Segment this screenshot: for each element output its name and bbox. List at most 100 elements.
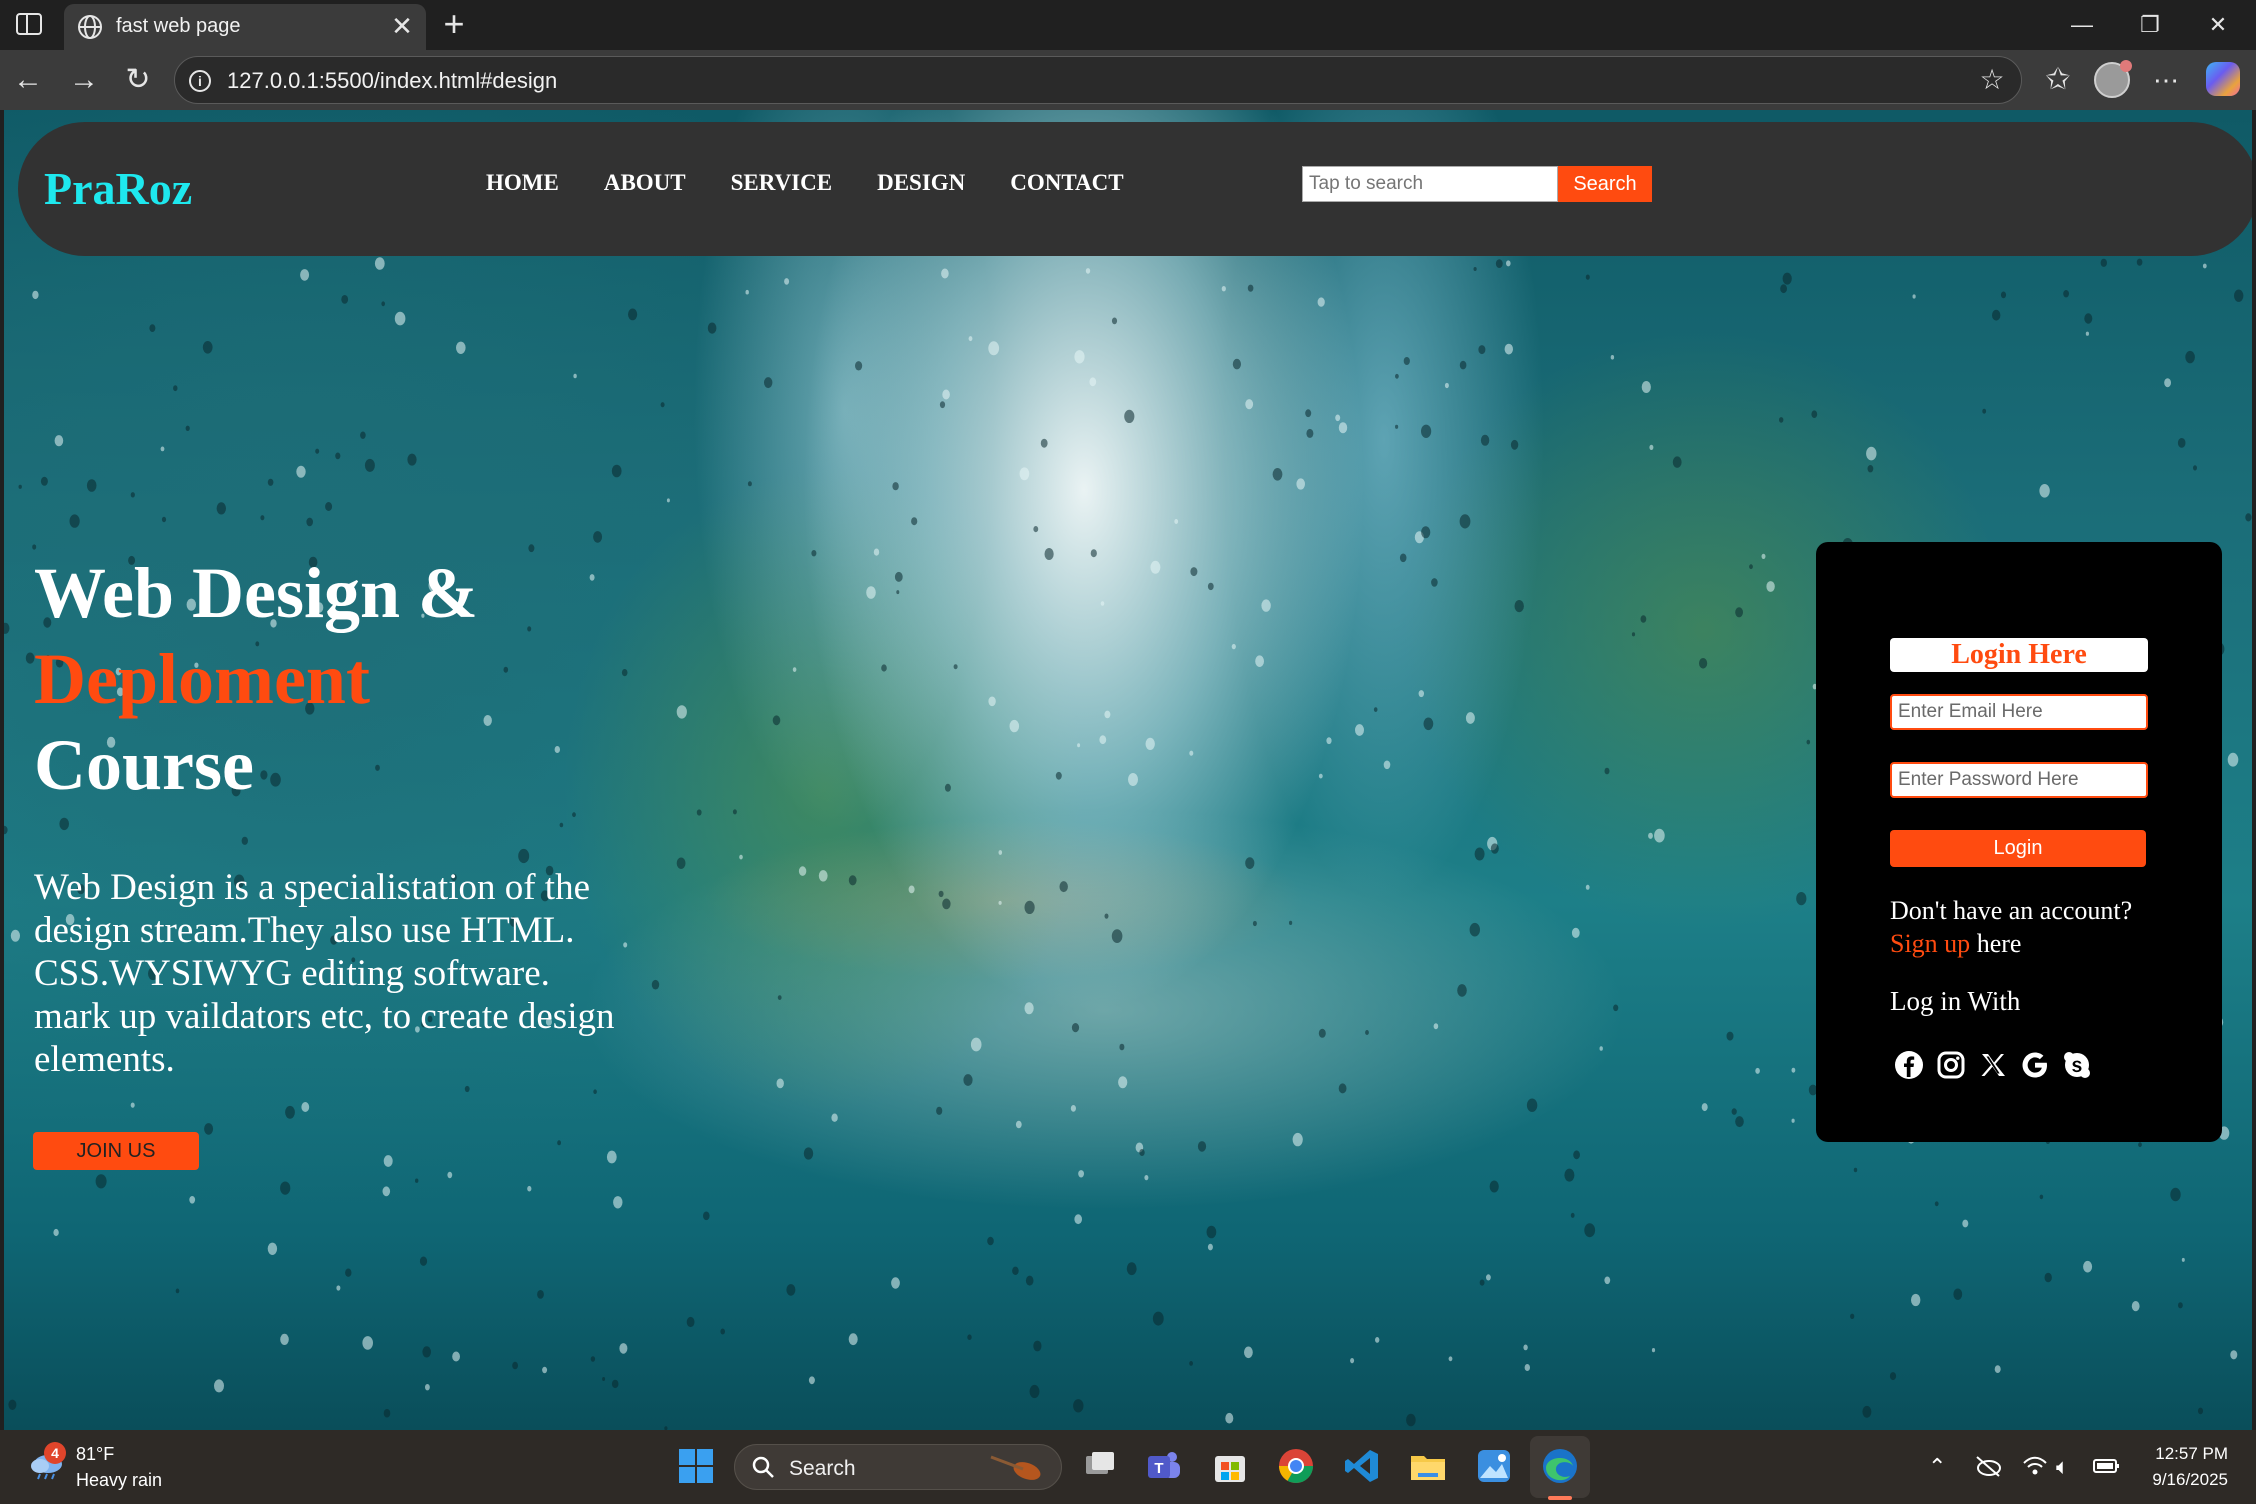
favorite-star-icon[interactable]: ☆ [1977, 65, 2007, 95]
clock-date[interactable]: 9/16/2025 [2130, 1470, 2228, 1490]
rain-drop [2100, 258, 2107, 267]
battery-icon[interactable] [2092, 1454, 2120, 1478]
rain-drop [1444, 382, 1449, 389]
nav-design[interactable]: DESIGN [877, 170, 965, 196]
rain-drop [554, 746, 560, 753]
nav-contact[interactable]: CONTACT [1010, 170, 1123, 196]
wifi-icon[interactable] [2022, 1454, 2048, 1478]
rain-drop [1338, 422, 1348, 434]
rain-drop [1486, 1274, 1491, 1281]
rain-drop [335, 452, 341, 460]
minimize-icon[interactable]: — [2048, 0, 2116, 50]
site-search-input[interactable] [1302, 166, 1558, 202]
rain-drop [2131, 1301, 2140, 1312]
rain-drop [1459, 514, 1471, 529]
window-close-icon[interactable]: ✕ [2184, 0, 2252, 50]
rain-drop [811, 550, 817, 557]
clock-time[interactable]: 12:57 PM [2130, 1444, 2228, 1464]
copilot-icon[interactable] [2206, 62, 2240, 96]
rain-drop [315, 448, 320, 454]
volume-icon[interactable]: 🔈︎ [2056, 1454, 2069, 1480]
rain-drop [777, 995, 782, 1000]
rain-drop [1207, 582, 1214, 591]
rain-drop [1245, 399, 1254, 410]
refresh-icon[interactable]: ↻ [120, 62, 156, 98]
rain-drop [1089, 377, 1097, 387]
rain-drop [1850, 1313, 1855, 1320]
address-bar[interactable]: i 127.0.0.1:5500/index.html#design ☆ [174, 56, 2022, 104]
rain-drop [1699, 658, 1708, 669]
photos-icon[interactable] [1474, 1446, 1514, 1486]
rain-drop [1448, 1356, 1453, 1362]
nav-about[interactable]: ABOUT [604, 170, 686, 196]
favorites-icon[interactable]: ✩ [2040, 62, 2076, 98]
facebook-icon[interactable] [1894, 1050, 1924, 1080]
task-view-icon[interactable] [1080, 1446, 1120, 1486]
file-explorer-icon[interactable] [1408, 1446, 1448, 1486]
edge-icon[interactable] [1540, 1446, 1580, 1486]
show-hidden-icons[interactable]: ⌃ [1928, 1454, 1946, 1480]
nav-home[interactable]: HOME [486, 170, 559, 196]
rain-drop [2185, 350, 2195, 364]
x-icon[interactable] [1978, 1050, 2008, 1080]
instagram-icon[interactable] [1936, 1050, 1966, 1080]
email-field[interactable]: Enter Email Here [1890, 694, 2148, 730]
start-windows-icon[interactable] [676, 1446, 716, 1486]
rain-drop [301, 1102, 310, 1112]
rain-drop [4, 825, 8, 835]
rain-drop [40, 476, 48, 486]
rain-drop [1040, 438, 1048, 448]
back-icon[interactable]: ← [10, 62, 46, 98]
rain-drop [2245, 513, 2252, 522]
sidebar-toggle-icon[interactable] [16, 13, 42, 35]
rain-drop [2178, 1302, 2183, 1309]
login-button[interactable]: Login [1890, 830, 2146, 867]
tab-close-icon[interactable]: ✕ [388, 12, 416, 40]
browser-tab[interactable]: fast web page ✕ [64, 4, 426, 50]
rain-drop [745, 289, 749, 295]
join-us-button[interactable]: JOIN US [33, 1132, 199, 1170]
teams-icon[interactable]: T [1144, 1446, 1184, 1486]
url-text[interactable]: 127.0.0.1:5500/index.html#design [227, 68, 557, 94]
weather-condition[interactable]: Heavy rain [76, 1470, 162, 1491]
skype-icon[interactable] [2062, 1050, 2092, 1080]
rain-drop [32, 290, 39, 300]
rain-drop [1962, 1219, 1969, 1228]
rain-drop [202, 341, 213, 354]
onedrive-icon[interactable] [1974, 1454, 2002, 1478]
site-search-button[interactable]: Search [1558, 166, 1652, 202]
weather-temperature[interactable]: 81°F [76, 1444, 114, 1465]
rain-drop [1457, 984, 1467, 997]
site-logo[interactable]: PraRoz [44, 162, 192, 215]
rain-drop [808, 1376, 815, 1385]
rain-drop [86, 479, 97, 492]
taskbar-search[interactable]: Search [734, 1444, 1062, 1490]
rain-drop [881, 664, 887, 672]
site-info-icon[interactable]: i [189, 70, 211, 92]
rain-drop [1055, 771, 1062, 780]
rain-drop [944, 783, 951, 792]
rain-drop [2177, 438, 2186, 448]
rain-drop [1085, 268, 1091, 274]
rain-drop [572, 812, 576, 818]
more-options-icon[interactable]: ⋯ [2148, 62, 2184, 98]
rain-drop [651, 979, 660, 990]
new-tab-button[interactable]: + [436, 6, 472, 42]
forward-icon[interactable]: → [66, 62, 102, 98]
rain-drop [407, 453, 417, 466]
google-icon[interactable] [2020, 1050, 2050, 1080]
rain-drop [69, 514, 80, 528]
password-field[interactable]: Enter Password Here [1890, 762, 2148, 798]
vscode-icon[interactable] [1342, 1446, 1382, 1486]
profile-avatar[interactable] [2094, 60, 2132, 98]
rain-drop [747, 481, 752, 487]
restore-icon[interactable]: ❐ [2116, 0, 2184, 50]
rain-drop [764, 377, 773, 389]
rain-drop [130, 492, 135, 498]
nav-service[interactable]: SERVICE [731, 170, 832, 196]
rain-drop [1421, 424, 1432, 438]
signup-link[interactable]: Sign up [1890, 929, 1970, 958]
chrome-icon[interactable] [1276, 1446, 1316, 1486]
rain-drop [336, 1285, 341, 1291]
store-icon[interactable] [1210, 1446, 1250, 1486]
